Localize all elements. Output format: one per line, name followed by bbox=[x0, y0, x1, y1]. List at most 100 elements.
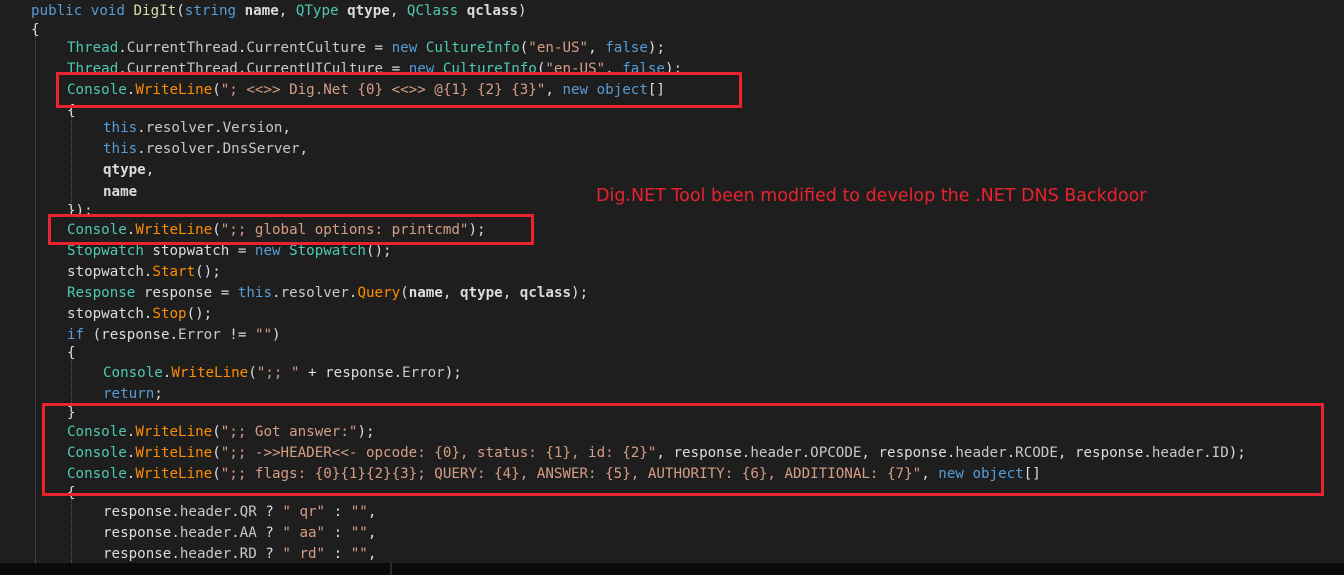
code-token: Start bbox=[152, 264, 196, 280]
code-token: ); bbox=[571, 285, 589, 301]
code-token: CurrentCulture bbox=[246, 40, 366, 56]
code-token: QType bbox=[295, 3, 348, 19]
highlight-box-global-options bbox=[48, 214, 534, 245]
code-line: response.header.QR ? " qr" : "", bbox=[103, 502, 376, 522]
code-token: response. bbox=[103, 525, 180, 541]
code-token: QR bbox=[239, 504, 257, 520]
code-token: Response bbox=[67, 285, 144, 301]
code-line: public void DigIt(string name, QType qty… bbox=[31, 1, 527, 21]
code-token: DigIt bbox=[133, 3, 177, 19]
code-token: " qr" bbox=[282, 504, 326, 520]
code-line: name bbox=[103, 182, 137, 202]
code-token: ; bbox=[154, 386, 163, 402]
code-token: Console bbox=[103, 365, 163, 381]
indent-guide bbox=[35, 32, 36, 563]
indent-guide bbox=[71, 496, 72, 563]
code-token: ? bbox=[256, 546, 283, 562]
code-token: , bbox=[367, 504, 377, 520]
scrollbar-thumb-marker[interactable] bbox=[390, 563, 392, 575]
code-token: + response. bbox=[299, 365, 402, 381]
code-token: CultureInfo bbox=[425, 40, 520, 56]
code-token: , bbox=[389, 3, 407, 19]
code-token: != bbox=[220, 327, 255, 343]
code-token: RD bbox=[239, 546, 257, 562]
code-token: . bbox=[231, 504, 240, 520]
code-token: this bbox=[103, 141, 138, 157]
code-token: Error bbox=[178, 327, 221, 343]
code-token: : bbox=[325, 504, 351, 520]
code-token: public bbox=[31, 3, 91, 19]
code-line: Console.WriteLine(";; " + response.Error… bbox=[103, 363, 462, 383]
code-line: { bbox=[67, 343, 76, 363]
code-token: Stopwatch bbox=[67, 243, 153, 259]
code-token: response. bbox=[103, 546, 180, 562]
code-token: QClass bbox=[406, 3, 467, 19]
code-token: ? bbox=[256, 525, 283, 541]
code-line: if (response.Error != "") bbox=[67, 325, 281, 345]
code-token: qclass bbox=[519, 285, 572, 301]
code-token: qtype bbox=[459, 285, 503, 301]
code-token: new bbox=[391, 40, 426, 56]
code-token: ); bbox=[647, 40, 665, 56]
code-token: stopwatch. bbox=[67, 306, 153, 322]
code-token: { bbox=[31, 22, 40, 38]
code-token: resolver bbox=[280, 285, 349, 301]
code-token: (); bbox=[195, 264, 221, 280]
code-token: "" bbox=[254, 327, 273, 343]
code-token: response = bbox=[143, 285, 238, 301]
code-token: name bbox=[103, 184, 138, 200]
code-token: , bbox=[367, 546, 377, 562]
code-token: = bbox=[365, 40, 392, 56]
code-token: header bbox=[179, 546, 232, 562]
code-token: "en-US" bbox=[528, 40, 589, 56]
code-token: AA bbox=[239, 525, 257, 541]
code-line: Thread.CurrentThread.CurrentCulture = ne… bbox=[67, 38, 665, 58]
code-line: this.resolver.Version, bbox=[103, 118, 291, 138]
code-token: WriteLine bbox=[171, 365, 249, 381]
code-token: . bbox=[272, 285, 281, 301]
code-token: , bbox=[282, 120, 291, 136]
code-line: return; bbox=[103, 384, 163, 404]
code-token: this bbox=[237, 285, 273, 301]
code-token: "" bbox=[350, 546, 368, 562]
code-token: name bbox=[408, 285, 443, 301]
code-token: resolver bbox=[145, 120, 215, 136]
code-token: return bbox=[103, 386, 155, 402]
code-token: . bbox=[231, 525, 240, 541]
code-token: new bbox=[254, 243, 290, 259]
code-token: "" bbox=[350, 525, 368, 541]
code-token: header bbox=[179, 525, 232, 541]
code-token: qtype bbox=[103, 162, 146, 178]
code-token: . bbox=[214, 141, 223, 157]
code-token: " rd" bbox=[282, 546, 326, 562]
code-token: , bbox=[278, 3, 296, 19]
code-token: Error bbox=[401, 365, 445, 381]
code-token: ( bbox=[248, 365, 257, 381]
code-token: ";; " bbox=[256, 365, 300, 381]
code-token: ( bbox=[519, 40, 529, 56]
code-token: string bbox=[184, 3, 245, 19]
code-token: , bbox=[145, 162, 155, 178]
code-token: ( bbox=[400, 285, 409, 301]
code-token: . bbox=[214, 120, 223, 136]
code-token: , bbox=[367, 525, 377, 541]
code-token: (); bbox=[186, 306, 213, 322]
code-token: qtype bbox=[347, 3, 390, 19]
code-line: stopwatch.Stop(); bbox=[67, 304, 212, 324]
code-token: CurrentThread bbox=[126, 40, 238, 56]
code-token: . bbox=[118, 40, 127, 56]
code-line: this.resolver.DnsServer, bbox=[103, 139, 308, 159]
code-token: this bbox=[103, 120, 138, 136]
code-token: DnsServer bbox=[222, 141, 300, 157]
code-token: header bbox=[179, 504, 232, 520]
code-token: " aa" bbox=[282, 525, 326, 541]
code-token: ) bbox=[517, 3, 527, 19]
code-token: "" bbox=[350, 504, 368, 520]
code-token: if bbox=[67, 327, 93, 343]
code-line: response.header.AA ? " aa" : "", bbox=[103, 523, 376, 543]
code-token: ( bbox=[176, 3, 185, 19]
code-token: , bbox=[588, 40, 606, 56]
highlight-box-answer-output bbox=[42, 403, 1324, 496]
code-token: stopwatch = bbox=[152, 243, 255, 259]
horizontal-scrollbar[interactable] bbox=[0, 563, 1344, 575]
